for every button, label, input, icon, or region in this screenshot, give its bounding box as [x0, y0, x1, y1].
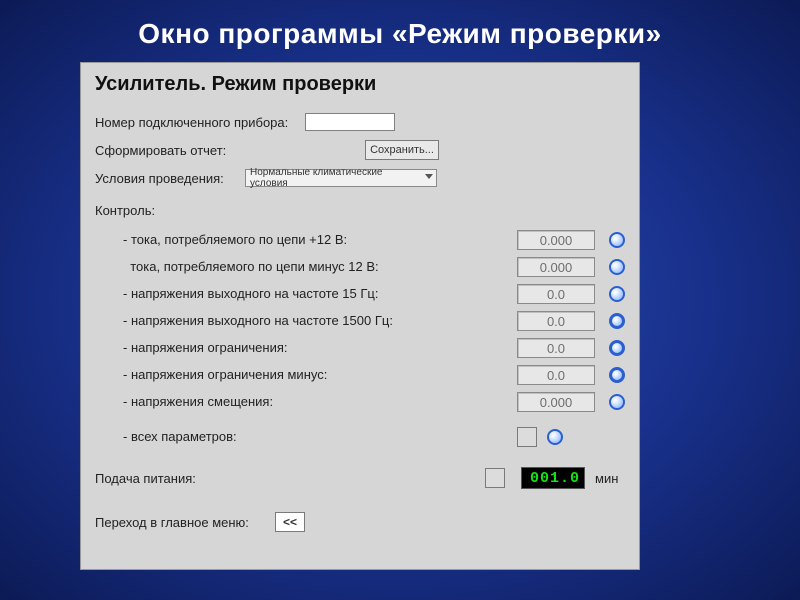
led-icon [609, 340, 625, 356]
power-digital-display: 001.0 [521, 467, 585, 489]
app-panel: Усилитель. Режим проверки Номер подключе… [80, 62, 640, 570]
conditions-selected-text: Нормальные климатические условия [250, 167, 422, 189]
value-box: 0.0 [517, 365, 595, 385]
back-row: Переход в главное меню: << [95, 510, 625, 534]
control-label: - напряжения ограничения: [95, 340, 425, 355]
value-box: 0.0 [517, 311, 595, 331]
value-box: 0.000 [517, 230, 595, 250]
led-icon [609, 313, 625, 329]
control-row: тока, потребляемого по цепи минус 12 В: … [95, 253, 625, 280]
conditions-select[interactable]: Нормальные климатические условия [245, 169, 437, 187]
control-label: - тока, потребляемого по цепи +12 В: [95, 232, 425, 247]
value-box: 0.000 [517, 392, 595, 412]
all-params-row: - всех параметров: [95, 423, 625, 450]
back-button[interactable]: << [275, 512, 305, 532]
led-icon [609, 232, 625, 248]
device-number-label: Номер подключенного прибора: [95, 115, 305, 130]
control-row: - напряжения выходного на частоте 1500 Г… [95, 307, 625, 334]
power-label: Подача питания: [95, 471, 425, 486]
power-unit: мин [595, 471, 618, 486]
control-row: - напряжения смещения: 0.000 [95, 388, 625, 415]
value-box: 0.0 [517, 338, 595, 358]
control-label: - напряжения выходного на частоте 1500 Г… [95, 313, 425, 328]
all-params-label: - всех параметров: [95, 429, 425, 444]
led-icon [547, 429, 563, 445]
control-row: - напряжения ограничения: 0.0 [95, 334, 625, 361]
device-number-input[interactable] [305, 113, 395, 131]
led-icon [609, 259, 625, 275]
power-toggle-button[interactable] [485, 468, 505, 488]
value-box: 0.0 [517, 284, 595, 304]
panel-title: Усилитель. Режим проверки [95, 73, 625, 96]
device-number-row: Номер подключенного прибора: [95, 110, 625, 134]
chevron-down-icon [425, 174, 433, 179]
value-box: 0.000 [517, 257, 595, 277]
control-label: - напряжения выходного на частоте 15 Гц: [95, 286, 425, 301]
power-row: Подача питания: 001.0 мин [95, 464, 625, 492]
led-icon [609, 286, 625, 302]
control-row: - тока, потребляемого по цепи +12 В: 0.0… [95, 226, 625, 253]
control-header-row: Контроль: [95, 198, 625, 222]
control-label: - напряжения ограничения минус: [95, 367, 425, 382]
all-params-button[interactable] [517, 427, 537, 447]
led-icon [609, 367, 625, 383]
conditions-label: Условия проведения: [95, 171, 245, 186]
led-icon [609, 394, 625, 410]
control-row: - напряжения выходного на частоте 15 Гц:… [95, 280, 625, 307]
slide-title: Окно программы «Режим проверки» [0, 0, 800, 64]
conditions-row: Условия проведения: Нормальные климатиче… [95, 166, 625, 190]
back-label: Переход в главное меню: [95, 515, 275, 530]
report-label: Сформировать отчет: [95, 143, 365, 158]
control-list: - тока, потребляемого по цепи +12 В: 0.0… [95, 226, 625, 450]
control-header-label: Контроль: [95, 203, 155, 218]
report-row: Сформировать отчет: Сохранить... [95, 138, 625, 162]
save-button[interactable]: Сохранить... [365, 140, 439, 160]
control-label: тока, потребляемого по цепи минус 12 В: [95, 259, 425, 274]
control-row: - напряжения ограничения минус: 0.0 [95, 361, 625, 388]
control-label: - напряжения смещения: [95, 394, 425, 409]
